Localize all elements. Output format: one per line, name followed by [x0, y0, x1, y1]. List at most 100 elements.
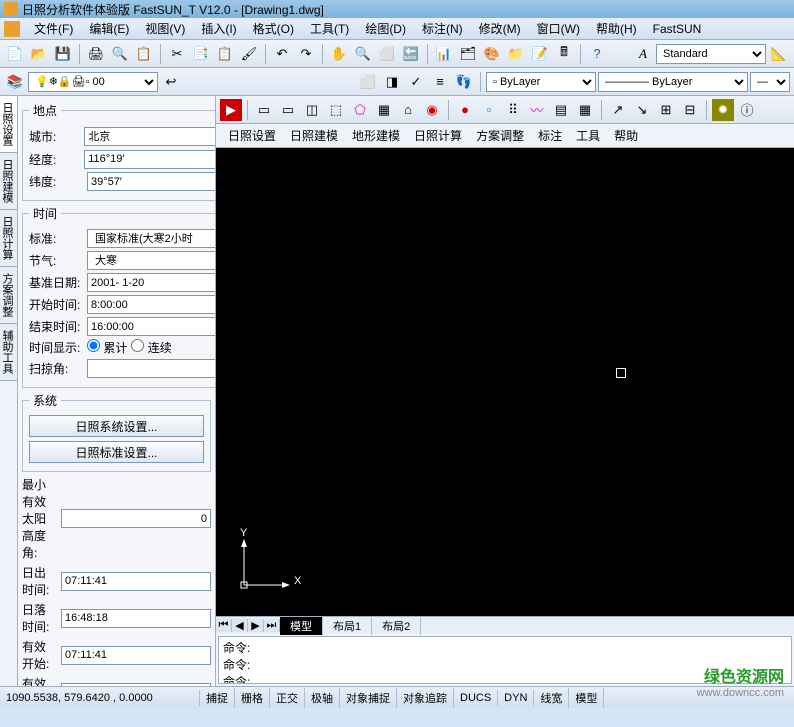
- redo-icon[interactable]: ↷: [295, 43, 317, 65]
- new-icon[interactable]: 📄: [4, 43, 26, 65]
- menu-draw[interactable]: 绘图(D): [357, 18, 414, 39]
- sheetset-icon[interactable]: 📁: [505, 43, 527, 65]
- box3-icon[interactable]: ◫: [301, 99, 323, 121]
- help-icon[interactable]: ?: [586, 43, 608, 65]
- pan-icon[interactable]: ✋: [328, 43, 350, 65]
- status-osnap[interactable]: 对象捕捉: [340, 688, 397, 708]
- min-angle-input[interactable]: [61, 509, 211, 528]
- menu-insert[interactable]: 插入(I): [193, 18, 244, 39]
- menu-edit[interactable]: 编辑(E): [81, 18, 137, 39]
- arrow1-icon[interactable]: ↗: [607, 99, 629, 121]
- layer-prev-icon[interactable]: ↩: [160, 71, 182, 93]
- cmenu-calc[interactable]: 日照计算: [408, 125, 468, 146]
- color-select[interactable]: ▫ ByLayer: [486, 72, 596, 92]
- status-ortho[interactable]: 正交: [270, 688, 305, 708]
- sphere-icon[interactable]: ◉: [421, 99, 443, 121]
- box4-icon[interactable]: ⬚: [325, 99, 347, 121]
- longitude-input[interactable]: [84, 150, 216, 169]
- toolpalette-icon[interactable]: 🎨: [481, 43, 503, 65]
- status-dyn[interactable]: DYN: [498, 690, 534, 706]
- layer-walk-icon[interactable]: 👣: [453, 71, 475, 93]
- poly-icon[interactable]: ⬠: [349, 99, 371, 121]
- cmenu-model[interactable]: 日照建模: [284, 125, 344, 146]
- properties-icon[interactable]: 📊: [433, 43, 455, 65]
- menu-window[interactable]: 窗口(W): [529, 18, 588, 39]
- cut-icon[interactable]: ✂: [166, 43, 188, 65]
- layer-states-icon[interactable]: ⬜: [357, 71, 379, 93]
- tab-last-icon[interactable]: ⏭: [264, 619, 280, 632]
- calc-icon[interactable]: 🖩: [553, 43, 575, 65]
- menu-view[interactable]: 视图(V): [137, 18, 193, 39]
- status-snap[interactable]: 捕捉: [200, 688, 235, 708]
- status-lwt[interactable]: 线宽: [534, 688, 569, 708]
- status-model[interactable]: 模型: [569, 688, 604, 708]
- designcenter-icon[interactable]: 🗂: [457, 43, 479, 65]
- status-ducs[interactable]: DUCS: [454, 690, 498, 706]
- open-icon[interactable]: 📂: [28, 43, 50, 65]
- textstyle-select[interactable]: Standard: [656, 44, 766, 64]
- tab-layout1[interactable]: 布局1: [323, 617, 372, 635]
- gear-icon[interactable]: ✹: [712, 99, 734, 121]
- menu-help[interactable]: 帮助(H): [588, 18, 645, 39]
- layer-match-icon[interactable]: ≡: [429, 71, 451, 93]
- cmenu-settings[interactable]: 日照设置: [222, 125, 282, 146]
- command-line[interactable]: 命令: 命令: 命令:: [218, 636, 792, 684]
- base-date-input[interactable]: [87, 273, 216, 292]
- lineweight-select[interactable]: — B: [750, 72, 790, 92]
- standard-select[interactable]: 国家标准(大寒2小时: [87, 229, 216, 248]
- cmenu-dim[interactable]: 标注: [532, 125, 568, 146]
- tool2-icon[interactable]: ⊟: [679, 99, 701, 121]
- menu-tools[interactable]: 工具(T): [302, 18, 357, 39]
- tool1-icon[interactable]: ⊞: [655, 99, 677, 121]
- dot-icon[interactable]: ●: [454, 99, 476, 121]
- menu-fastsun[interactable]: FastSUN: [645, 20, 710, 38]
- grid-icon[interactable]: ▦: [373, 99, 395, 121]
- side-tab-calc[interactable]: 日照计算: [0, 210, 17, 267]
- zoom-window-icon[interactable]: ⬜: [376, 43, 398, 65]
- markup-icon[interactable]: 📝: [529, 43, 551, 65]
- flag-icon[interactable]: ▶: [220, 99, 242, 121]
- make-current-icon[interactable]: ✓: [405, 71, 427, 93]
- tab-layout2[interactable]: 布局2: [372, 617, 421, 635]
- tab-first-icon[interactable]: ⏮: [216, 619, 232, 632]
- match-icon[interactable]: 🖌: [238, 43, 260, 65]
- preview-icon[interactable]: 🔍: [109, 43, 131, 65]
- undo-icon[interactable]: ↶: [271, 43, 293, 65]
- arrow2-icon[interactable]: ↘: [631, 99, 653, 121]
- end-time-input[interactable]: [87, 317, 216, 336]
- cmenu-tools[interactable]: 工具: [570, 125, 606, 146]
- menu-dimension[interactable]: 标注(N): [414, 18, 471, 39]
- linetype-select[interactable]: ———— ByLayer: [598, 72, 748, 92]
- solar-term-select[interactable]: 大寒: [87, 251, 216, 270]
- city-input[interactable]: [84, 127, 216, 146]
- menu-file[interactable]: 文件(F): [26, 18, 81, 39]
- side-tab-tools[interactable]: 辅助工具: [0, 324, 17, 381]
- status-grid[interactable]: 栅格: [235, 688, 270, 708]
- drawing-canvas[interactable]: Y X: [216, 148, 794, 616]
- layers-icon[interactable]: ▤: [550, 99, 572, 121]
- sun-system-button[interactable]: 日照系统设置...: [29, 415, 204, 437]
- box1-icon[interactable]: ▭: [253, 99, 275, 121]
- textstyle-icon[interactable]: A: [632, 43, 654, 65]
- tab-model[interactable]: 模型: [280, 617, 323, 635]
- cmenu-terrain[interactable]: 地形建模: [346, 125, 406, 146]
- continuous-radio[interactable]: 连续: [131, 339, 171, 356]
- stack-icon[interactable]: ▦: [574, 99, 596, 121]
- copy-icon[interactable]: 📑: [190, 43, 212, 65]
- side-tab-adjust[interactable]: 方案调整: [0, 267, 17, 324]
- wave-icon[interactable]: 〰: [526, 99, 548, 121]
- save-icon[interactable]: 💾: [52, 43, 74, 65]
- layer-manager-icon[interactable]: 📚: [4, 71, 26, 93]
- publish-icon[interactable]: 📋: [133, 43, 155, 65]
- layer-select[interactable]: 💡❄🔒🖨▫ 00: [28, 72, 158, 92]
- menu-format[interactable]: 格式(O): [245, 18, 302, 39]
- menu-modify[interactable]: 修改(M): [471, 18, 529, 39]
- paste-icon[interactable]: 📋: [214, 43, 236, 65]
- about-icon[interactable]: ⓘ: [736, 99, 758, 121]
- house-icon[interactable]: ⌂: [397, 99, 419, 121]
- side-tab-settings[interactable]: 日照设置: [0, 96, 17, 153]
- side-tab-modeling[interactable]: 日照建模: [0, 153, 17, 210]
- status-polar[interactable]: 极轴: [305, 688, 340, 708]
- zoom-prev-icon[interactable]: 🔙: [400, 43, 422, 65]
- cumulative-radio[interactable]: 累计: [87, 339, 127, 356]
